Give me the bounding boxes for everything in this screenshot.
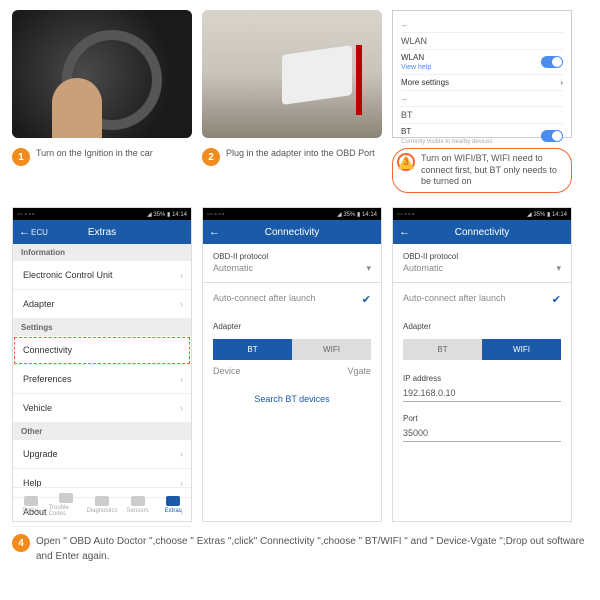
label-autoconnect: Auto-connect after launch <box>213 293 316 306</box>
step-1: 1 Turn on the Ignition in the car <box>12 148 192 193</box>
bottom-tabs: Status Trouble Codes Diagnostics Sensors… <box>13 487 191 521</box>
photo-ignition <box>12 10 192 138</box>
select-protocol[interactable]: Automatic▾ <box>203 263 381 283</box>
photo-obd-port <box>202 10 382 138</box>
row-upgrade[interactable]: Upgrade› <box>13 440 191 469</box>
gauge-icon <box>24 496 38 506</box>
step-number-1: 1 <box>12 148 30 166</box>
bt-toggle[interactable] <box>541 130 563 142</box>
chevron-right-icon: › <box>560 78 563 87</box>
label-ip: IP address <box>393 366 571 385</box>
app-bar: ← ECU Extras <box>13 220 191 244</box>
wlan-label: WLAN <box>401 53 424 62</box>
label-adapter: Adapter <box>393 314 571 333</box>
row-adapter[interactable]: Adapter› <box>13 290 191 319</box>
more-settings[interactable]: More settings <box>401 78 449 87</box>
phone-settings-panel: ← WLAN WLAN View help More settings › ← … <box>392 10 572 138</box>
stethoscope-icon <box>95 496 109 506</box>
input-port[interactable]: 35000 <box>403 425 561 442</box>
row-vehicle[interactable]: Vehicle› <box>13 394 191 423</box>
device-value[interactable]: Vgate <box>347 366 371 376</box>
back-icon[interactable]: ← <box>401 20 409 29</box>
checkbox-autoconnect[interactable]: ✔ <box>362 293 371 306</box>
wlan-toggle[interactable] <box>541 56 563 68</box>
step-3: 3 Turn on WIFI/BT, WIFI need to connect … <box>392 148 572 193</box>
section-settings: Settings <box>13 319 191 336</box>
step-2: 2 Plug in the adapter into the OBD Port <box>202 148 382 193</box>
bt-title: BT <box>401 110 413 120</box>
chevron-right-icon: › <box>180 270 183 280</box>
search-bt-button[interactable]: Search BT devices <box>203 384 381 414</box>
step-1-caption: Turn on the Ignition in the car <box>36 148 153 160</box>
segment-bt[interactable]: BT <box>213 339 292 360</box>
step-3-caption: Turn on WIFI/BT, WIFI need to connect fi… <box>421 153 563 188</box>
tab-status[interactable]: Status <box>13 488 49 521</box>
segment-bt[interactable]: BT <box>403 339 482 360</box>
app-bar: ← Connectivity <box>203 220 381 244</box>
warning-icon <box>59 493 73 503</box>
chevron-right-icon: › <box>180 403 183 413</box>
chevron-right-icon: › <box>180 374 183 384</box>
status-bar: ⋯ ▫ ▫ ▫◢ 35% ▮ 14:14 <box>393 208 571 220</box>
label-adapter: Adapter <box>203 314 381 333</box>
row-preferences[interactable]: Preferences› <box>13 365 191 394</box>
row-ecu[interactable]: Electronic Control Unit› <box>13 261 191 290</box>
back-icon[interactable]: ← <box>399 226 410 238</box>
phone-extras: ⋯ ▫ ▫ ▫◢ 35% ▮ 14:14 ← ECU Extras Inform… <box>12 207 192 522</box>
segment-adapter: BT WIFI <box>403 339 561 360</box>
tab-sensors[interactable]: Sensors <box>120 488 156 521</box>
step-number-2: 2 <box>202 148 220 166</box>
chevron-right-icon: › <box>180 299 183 309</box>
phone-connectivity-bt: ⋯ ▫ ▫ ▫◢ 35% ▮ 14:14 ← Connectivity OBD-… <box>202 207 382 522</box>
warning-icon: 3 <box>397 153 415 171</box>
tab-diagnostics[interactable]: Diagnostics <box>84 488 120 521</box>
label-protocol: OBD-II protocol <box>203 244 381 263</box>
bt-label: BT <box>401 127 411 136</box>
select-protocol[interactable]: Automatic▾ <box>393 263 571 283</box>
section-information: Information <box>13 244 191 261</box>
dropdown-icon: ▾ <box>366 263 371 274</box>
label-protocol: OBD-II protocol <box>393 244 571 263</box>
wlan-title: WLAN <box>401 36 427 46</box>
segment-wifi[interactable]: WIFI <box>292 339 371 360</box>
section-other: Other <box>13 423 191 440</box>
row-connectivity[interactable]: Connectivity <box>13 336 191 365</box>
label-device: Device <box>213 366 241 376</box>
back-icon[interactable]: ← <box>209 226 220 238</box>
back-icon[interactable]: ← <box>19 226 30 238</box>
view-help-link[interactable]: View help <box>401 64 431 71</box>
dropdown-icon: ▾ <box>556 263 561 274</box>
chevron-right-icon: › <box>180 449 183 459</box>
appbar-title: Connectivity <box>455 227 509 238</box>
appbar-title: Extras <box>88 227 116 238</box>
input-ip[interactable]: 192.168.0.10 <box>403 385 561 402</box>
tab-trouble-codes[interactable]: Trouble Codes <box>49 488 85 521</box>
step-2-caption: Plug in the adapter into the OBD Port <box>226 148 375 160</box>
status-bar: ⋯ ▫ ▫ ▫◢ 35% ▮ 14:14 <box>203 208 381 220</box>
extras-icon <box>166 496 180 506</box>
bt-sub: Currently visible to nearby devices <box>401 139 492 145</box>
segment-adapter: BT WIFI <box>213 339 371 360</box>
sensor-icon <box>131 496 145 506</box>
appbar-title: Connectivity <box>265 227 319 238</box>
label-autoconnect: Auto-connect after launch <box>403 293 506 306</box>
step-number-4: 4 <box>12 534 30 552</box>
phone-connectivity-wifi: ⋯ ▫ ▫ ▫◢ 35% ▮ 14:14 ← Connectivity OBD-… <box>392 207 572 522</box>
tab-extras[interactable]: Extras <box>155 488 191 521</box>
step-4: 4 Open " OBD Auto Doctor ",choose " Extr… <box>0 526 600 576</box>
checkbox-autoconnect[interactable]: ✔ <box>552 293 561 306</box>
appbar-label: ECU <box>31 228 48 237</box>
segment-wifi[interactable]: WIFI <box>482 339 561 360</box>
app-bar: ← Connectivity <box>393 220 571 244</box>
back-icon[interactable]: ← <box>401 94 409 103</box>
status-bar: ⋯ ▫ ▫ ▫◢ 35% ▮ 14:14 <box>13 208 191 220</box>
step-4-caption: Open " OBD Auto Doctor ",choose " Extras… <box>36 534 588 564</box>
label-port: Port <box>393 406 571 425</box>
